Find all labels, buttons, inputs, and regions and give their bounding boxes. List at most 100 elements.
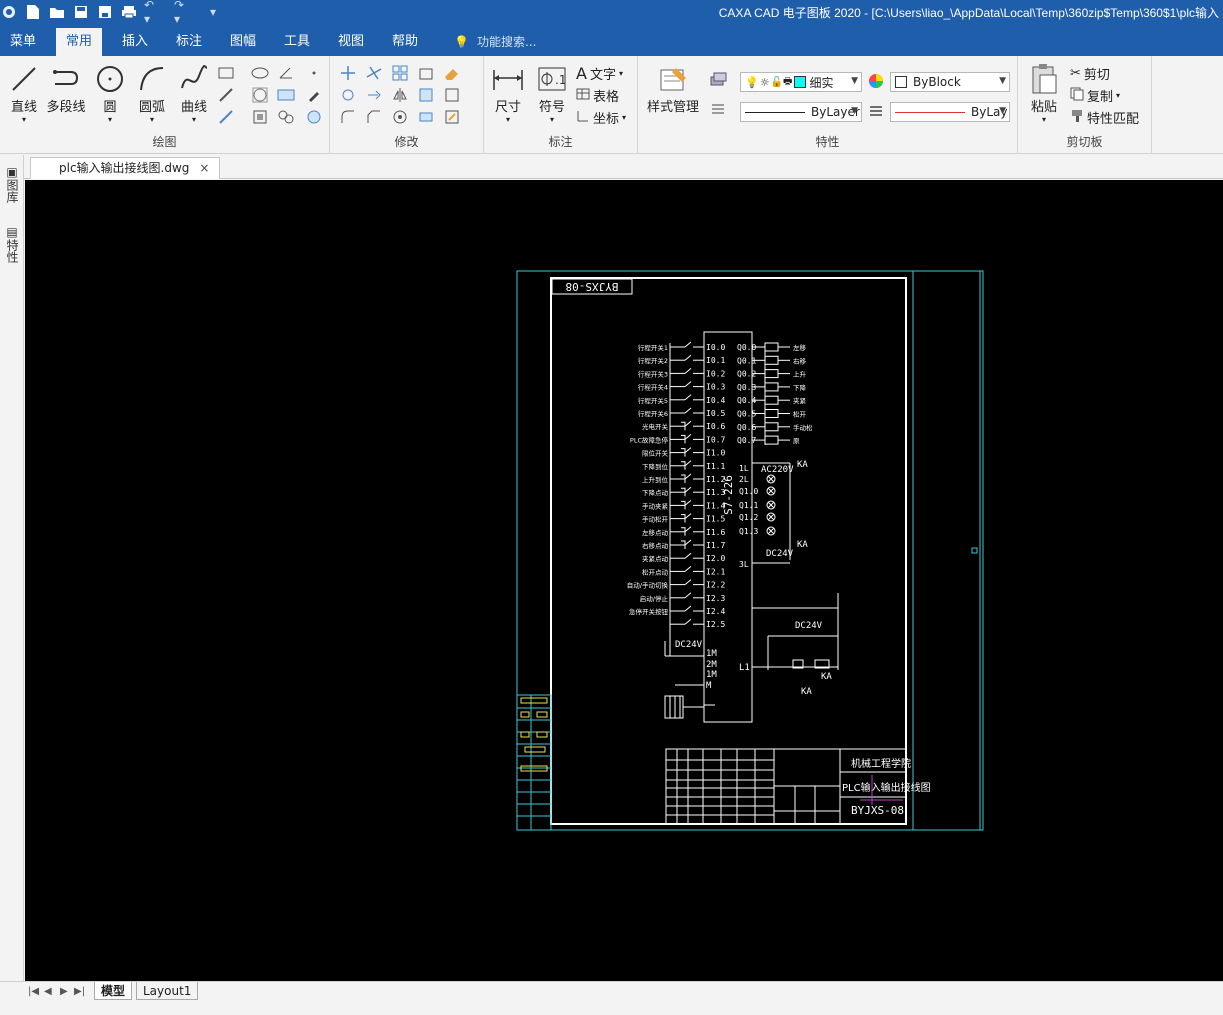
symbol-button[interactable]: .1 符号 ▾	[530, 62, 574, 124]
tab-model[interactable]: 模型	[94, 982, 133, 1000]
tab-tools[interactable]: 工具	[274, 28, 320, 56]
lineweight-combo[interactable]: ByLay ▼	[890, 102, 1010, 122]
sidebar-item-properties[interactable]: ▤特性	[4, 225, 21, 263]
coordinate-button[interactable]: 坐标 ▾	[576, 108, 626, 127]
stretch-icon[interactable]	[416, 108, 436, 126]
undo-icon[interactable]: ↶ ▾	[144, 0, 162, 26]
tab-annotate[interactable]: 标注	[166, 28, 212, 56]
angle-line-icon[interactable]	[276, 64, 296, 82]
tab-view[interactable]: 视图	[328, 28, 374, 56]
trim-icon[interactable]	[364, 64, 384, 82]
tab-insert[interactable]: 插入	[112, 28, 158, 56]
block-icon[interactable]	[250, 108, 270, 126]
document-tab[interactable]: plc输入输出接线图.dwg ×	[30, 157, 221, 179]
curve-button[interactable]: 曲线 ▾	[172, 62, 216, 124]
explode-icon[interactable]	[442, 86, 462, 104]
tab-menu[interactable]: 菜单	[0, 28, 46, 56]
rotate-icon[interactable]	[338, 86, 358, 104]
tab-layout1[interactable]: Layout1	[136, 982, 199, 1000]
table-button[interactable]: 表格	[576, 86, 619, 105]
function-search[interactable]: 💡 功能搜索...	[454, 28, 536, 56]
array-icon[interactable]	[390, 64, 410, 82]
cut-button[interactable]: ✂ 剪切	[1070, 64, 1110, 83]
offset-icon[interactable]	[416, 86, 436, 104]
style-manager-button[interactable]: 样式管理	[644, 62, 702, 115]
plc-output-terminals-2: 1L 2L Q1.0 Q1.1 Q1.2 Q1.3 3L	[739, 464, 758, 569]
tab-help[interactable]: 帮助	[382, 28, 428, 56]
line-button[interactable]: 直线 ▾	[2, 62, 46, 124]
left-strip-table	[516, 694, 552, 831]
grip-handle[interactable]	[971, 547, 978, 554]
cloud-line-icon[interactable]	[276, 108, 296, 126]
app-logo-icon[interactable]	[0, 3, 18, 21]
drawing-title: PLC输入输出接线图	[842, 781, 931, 794]
paste-button[interactable]: 粘贴 ▾	[1022, 62, 1066, 124]
mirror-icon[interactable]	[390, 86, 410, 104]
move-icon[interactable]	[338, 64, 358, 82]
sidebar-item-label: 特性	[5, 239, 19, 263]
save-icon[interactable]	[72, 3, 90, 21]
polyline-button[interactable]: 多段线	[44, 62, 88, 115]
point-icon[interactable]	[304, 64, 324, 82]
linetype-combo[interactable]: ByLayer ▼	[740, 102, 862, 122]
match-properties-button[interactable]: 特性匹配	[1070, 108, 1139, 127]
color-combo[interactable]: ByBlock ▼	[890, 72, 1010, 92]
eraser-icon[interactable]	[442, 64, 462, 82]
output-label: 夹紧	[793, 396, 807, 405]
color-dropdown-arrow-icon: ▼	[999, 76, 1006, 86]
layer-manager-icon[interactable]	[708, 70, 728, 88]
layer-dropdown-arrow-icon: ▼	[851, 76, 858, 86]
clipboard-group-label: 剪切板	[1066, 135, 1103, 149]
chamfer-icon[interactable]	[364, 108, 384, 126]
title-bar: ↶ ▾ ↷ ▾ ▾ CAXA CAD 电子图板 2020 - [C:\Users…	[0, 0, 1223, 28]
hatch-icon[interactable]	[250, 86, 270, 104]
switch-contact	[684, 341, 692, 348]
table-icon	[576, 88, 590, 104]
relay-coil	[764, 395, 779, 405]
scale-icon[interactable]	[416, 64, 436, 82]
ellipse-icon[interactable]	[250, 64, 270, 82]
fillet-icon[interactable]	[338, 108, 358, 126]
align-icon[interactable]	[708, 100, 728, 118]
break-icon[interactable]	[390, 108, 410, 126]
arc-button[interactable]: 圆弧 ▾	[130, 62, 174, 124]
dimension-button[interactable]: 尺寸 ▾	[486, 62, 530, 124]
customize-toolbar-icon[interactable]: ▾	[204, 3, 222, 21]
tab-common[interactable]: 常用	[56, 28, 103, 56]
drawing-canvas[interactable]: BYJXS-08 S7-226 I0.0 I0.1 I0.2 I0.3 I0.4 I0.5…	[25, 180, 1223, 981]
relay-coil	[764, 355, 779, 365]
lineweight-icon[interactable]	[866, 102, 886, 120]
new-file-icon[interactable]	[24, 3, 42, 21]
copy-button[interactable]: 复制 ▾	[1070, 86, 1120, 105]
centerline-icon[interactable]	[216, 86, 236, 104]
first-layout-icon[interactable]: |◀	[28, 986, 39, 997]
prev-layout-icon[interactable]: ◀	[44, 986, 52, 997]
fill-icon[interactable]	[304, 108, 324, 126]
circle-button[interactable]: 圆 ▾	[88, 62, 132, 124]
text-icon: A	[576, 64, 587, 83]
equidistant-line-icon[interactable]	[276, 86, 296, 104]
extend-icon[interactable]	[364, 86, 384, 104]
pen-icon[interactable]	[304, 86, 324, 104]
redo-icon[interactable]: ↷ ▾	[174, 0, 192, 26]
save-all-icon[interactable]	[96, 3, 114, 21]
layer-combo[interactable]: 💡 ☼ 🔓 🖶 细实 ▼	[740, 72, 862, 92]
print-icon[interactable]	[120, 3, 138, 21]
switch-contact	[684, 407, 692, 414]
text-button[interactable]: A 文字 ▾	[576, 64, 623, 83]
rectangle-icon[interactable]	[216, 64, 236, 82]
color-wheel-icon[interactable]	[866, 72, 886, 90]
caxa-cad-window: ↶ ▾ ↷ ▾ ▾ CAXA CAD 电子图板 2020 - [C:\Users…	[0, 0, 1223, 1015]
input-label: 松开点动	[642, 567, 669, 576]
next-layout-icon[interactable]: ▶	[60, 986, 68, 997]
sidebar-item-library[interactable]: ▣图库	[4, 165, 21, 203]
tab-frame[interactable]: 图幅	[220, 28, 266, 56]
modify-group-label: 修改	[394, 135, 419, 149]
edit-text-icon[interactable]	[442, 108, 462, 126]
switch-contact	[684, 592, 692, 599]
construction-line-icon[interactable]	[216, 108, 236, 126]
close-tab-icon[interactable]: ×	[199, 161, 209, 175]
open-folder-icon[interactable]	[48, 3, 66, 21]
last-layout-icon[interactable]: ▶|	[74, 986, 85, 997]
output-label: 左移	[793, 343, 807, 352]
